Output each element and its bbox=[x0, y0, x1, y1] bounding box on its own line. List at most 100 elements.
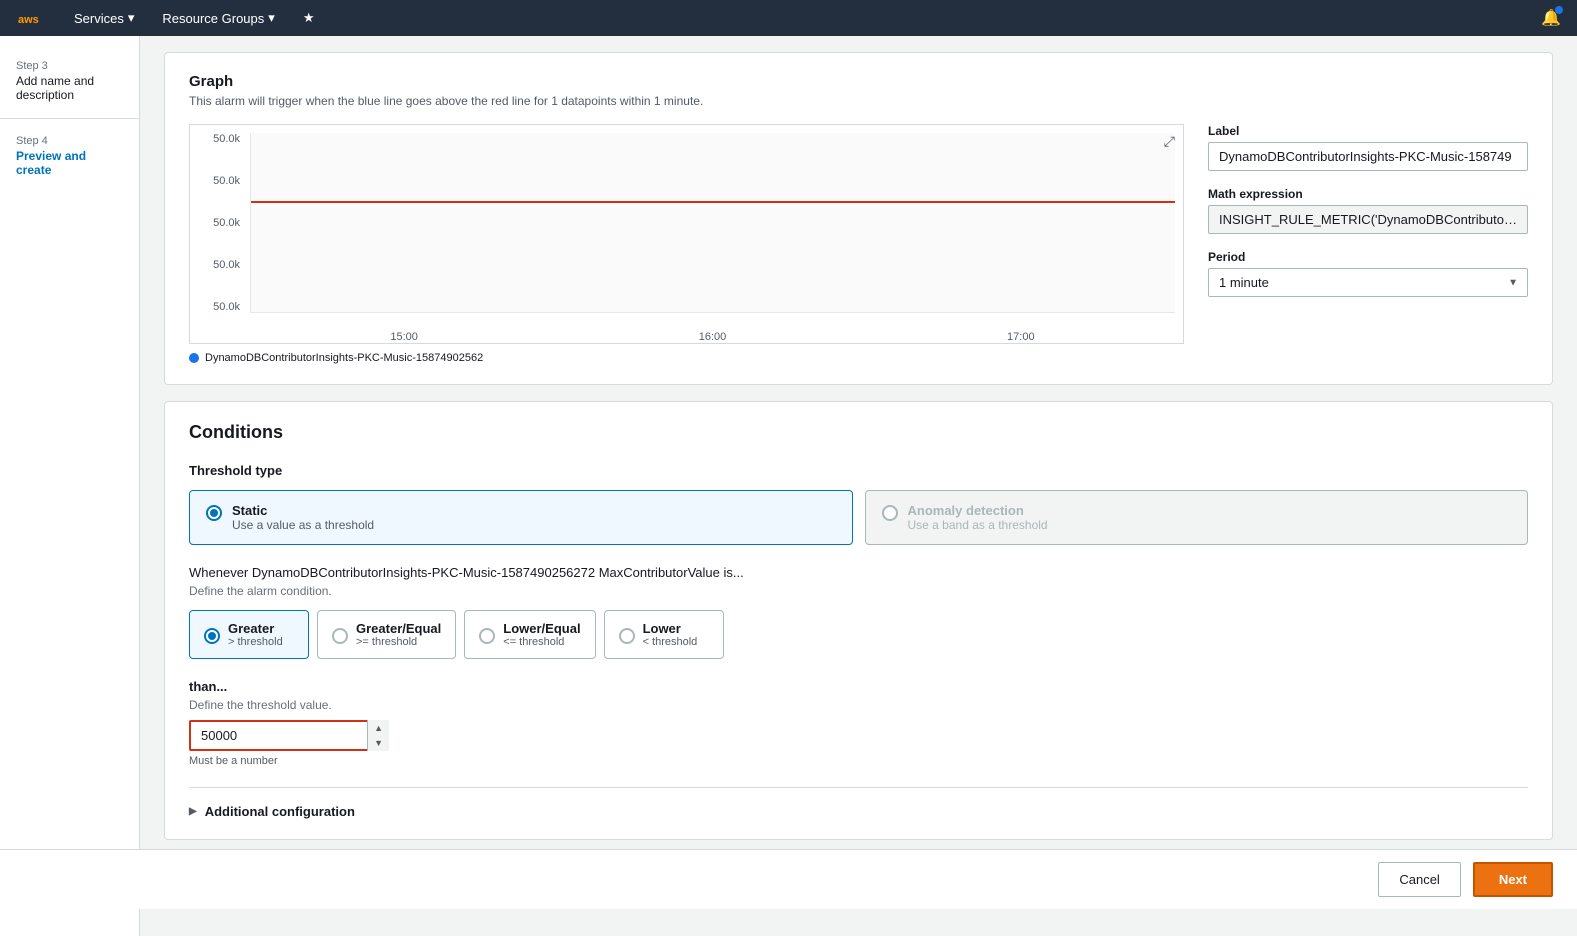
label-field-group: Label bbox=[1208, 124, 1528, 171]
greater-equal-title: Greater/Equal bbox=[356, 621, 441, 636]
resource-groups-chevron: ▾ bbox=[268, 10, 275, 26]
period-label: Period bbox=[1208, 250, 1528, 264]
legend-dot bbox=[189, 353, 199, 363]
graph-subtitle: This alarm will trigger when the blue li… bbox=[189, 94, 1528, 108]
y-label-2: 50.0k bbox=[213, 175, 240, 187]
threshold-options: Static Use a value as a threshold Anomal… bbox=[189, 490, 1528, 545]
graph-title: Graph bbox=[189, 73, 1528, 90]
lower-equal-radio bbox=[479, 628, 495, 644]
resource-groups-nav[interactable]: Resource Groups ▾ bbox=[156, 10, 280, 26]
than-label: than... bbox=[189, 679, 1528, 694]
graph-chart: 50.0k 50.0k 50.0k 50.0k 50.0k 15:00 16:0… bbox=[189, 124, 1184, 364]
sidebar-divider bbox=[0, 118, 139, 119]
period-select-wrapper: 1 minute 5 minutes 10 minutes 1 hour ▼ bbox=[1208, 268, 1528, 297]
greater-equal-subtitle: >= threshold bbox=[356, 636, 441, 648]
aws-logo: aws bbox=[16, 6, 52, 30]
x-label-2: 16:00 bbox=[699, 331, 727, 343]
svg-text:aws: aws bbox=[18, 14, 39, 26]
greater-card-content: Greater > threshold bbox=[228, 621, 283, 648]
anomaly-radio bbox=[882, 505, 898, 521]
additional-config-label: Additional configuration bbox=[205, 804, 355, 819]
static-title: Static bbox=[232, 503, 374, 518]
expand-icon[interactable]: ⤢ bbox=[1164, 133, 1175, 150]
static-radio bbox=[206, 505, 222, 521]
services-nav[interactable]: Services ▾ bbox=[68, 10, 140, 26]
step4-label: Step 4 bbox=[16, 135, 123, 147]
anomaly-title: Anomaly detection bbox=[908, 503, 1048, 518]
services-chevron: ▾ bbox=[128, 10, 135, 26]
step4-name: Preview and create bbox=[16, 149, 123, 177]
top-nav: aws Services ▾ Resource Groups ▾ ★ 🔔 bbox=[0, 0, 1577, 36]
chart-x-labels: 15:00 16:00 17:00 bbox=[250, 327, 1175, 343]
sidebar: Step 3 Add name and description Step 4 P… bbox=[0, 36, 140, 936]
sidebar-step4: Step 4 Preview and create bbox=[0, 127, 139, 185]
graph-card: Graph This alarm will trigger when the b… bbox=[164, 52, 1553, 385]
greater-equal-condition-card[interactable]: Greater/Equal >= threshold bbox=[317, 610, 456, 659]
lower-radio bbox=[619, 628, 635, 644]
step3-name: Add name and description bbox=[16, 74, 123, 102]
greater-equal-radio bbox=[332, 628, 348, 644]
bookmark-nav[interactable]: ★ bbox=[297, 10, 321, 26]
bell-icon-wrapper[interactable]: 🔔 bbox=[1541, 8, 1561, 28]
notification-dot bbox=[1555, 6, 1563, 14]
greater-subtitle: > threshold bbox=[228, 636, 283, 648]
math-expr-label: Math expression bbox=[1208, 187, 1528, 201]
stepper-buttons: ▲ ▼ bbox=[367, 720, 389, 751]
threshold-type-label: Threshold type bbox=[189, 463, 1528, 478]
x-label-1: 15:00 bbox=[390, 331, 418, 343]
services-label: Services bbox=[74, 11, 124, 26]
whenever-text: Whenever DynamoDBContributorInsights-PKC… bbox=[189, 565, 1528, 580]
label-field-label: Label bbox=[1208, 124, 1528, 138]
sidebar-step3: Step 3 Add name and description bbox=[0, 52, 139, 110]
static-subtitle: Use a value as a threshold bbox=[232, 518, 374, 532]
must-be-number: Must be a number bbox=[189, 755, 1528, 767]
condition-options: Greater > threshold Greater/Equal >= thr… bbox=[189, 610, 1528, 659]
resource-groups-label: Resource Groups bbox=[162, 11, 264, 26]
next-button[interactable]: Next bbox=[1473, 862, 1553, 897]
chart-threshold-line bbox=[251, 201, 1175, 203]
graph-area: 50.0k 50.0k 50.0k 50.0k 50.0k 15:00 16:0… bbox=[189, 124, 1528, 364]
anomaly-subtitle: Use a band as a threshold bbox=[908, 518, 1048, 532]
step3-label: Step 3 bbox=[16, 60, 123, 72]
legend-text: DynamoDBContributorInsights-PKC-Music-15… bbox=[205, 352, 483, 364]
lower-title: Lower bbox=[643, 621, 698, 636]
greater-radio bbox=[204, 628, 220, 644]
conditions-card: Conditions Threshold type Static Use a v… bbox=[164, 401, 1553, 840]
layout: Step 3 Add name and description Step 4 P… bbox=[0, 36, 1577, 936]
lower-equal-card-content: Lower/Equal <= threshold bbox=[503, 621, 580, 648]
greater-condition-card[interactable]: Greater > threshold bbox=[189, 610, 309, 659]
chart-container: 50.0k 50.0k 50.0k 50.0k 50.0k 15:00 16:0… bbox=[189, 124, 1184, 344]
bookmark-icon: ★ bbox=[303, 10, 315, 26]
period-select[interactable]: 1 minute 5 minutes 10 minutes 1 hour bbox=[1208, 268, 1528, 297]
lower-equal-title: Lower/Equal bbox=[503, 621, 580, 636]
alarm-condition-label: Define the alarm condition. bbox=[189, 584, 1528, 598]
period-field-group: Period 1 minute 5 minutes 10 minutes 1 h… bbox=[1208, 250, 1528, 297]
greater-title: Greater bbox=[228, 621, 283, 636]
math-expr-value: INSIGHT_RULE_METRIC('DynamoDBContributor… bbox=[1208, 205, 1528, 234]
chart-legend: DynamoDBContributorInsights-PKC-Music-15… bbox=[189, 352, 1184, 364]
y-label-4: 50.0k bbox=[213, 259, 240, 271]
x-label-3: 17:00 bbox=[1007, 331, 1035, 343]
static-threshold-card[interactable]: Static Use a value as a threshold bbox=[189, 490, 853, 545]
y-label-1: 50.0k bbox=[213, 133, 240, 145]
lower-condition-card[interactable]: Lower < threshold bbox=[604, 610, 724, 659]
anomaly-card-content: Anomaly detection Use a band as a thresh… bbox=[908, 503, 1048, 532]
threshold-hint: Define the threshold value. bbox=[189, 698, 1528, 712]
cancel-button[interactable]: Cancel bbox=[1378, 862, 1460, 897]
lower-equal-subtitle: <= threshold bbox=[503, 636, 580, 648]
stepper-up-button[interactable]: ▲ bbox=[368, 720, 389, 736]
threshold-value-input[interactable] bbox=[189, 720, 389, 751]
footer: Cancel Next bbox=[0, 849, 1577, 909]
anomaly-threshold-card[interactable]: Anomaly detection Use a band as a thresh… bbox=[865, 490, 1529, 545]
math-expr-field-group: Math expression INSIGHT_RULE_METRIC('Dyn… bbox=[1208, 187, 1528, 234]
graph-right-panel: Label Math expression INSIGHT_RULE_METRI… bbox=[1208, 124, 1528, 364]
y-label-3: 50.0k bbox=[213, 217, 240, 229]
lower-card-content: Lower < threshold bbox=[643, 621, 698, 648]
y-label-5: 50.0k bbox=[213, 301, 240, 313]
additional-config-header[interactable]: ▶ Additional configuration bbox=[189, 804, 1528, 819]
main-content: Graph This alarm will trigger when the b… bbox=[140, 36, 1577, 936]
additional-config: ▶ Additional configuration bbox=[189, 787, 1528, 819]
label-input[interactable] bbox=[1208, 142, 1528, 171]
stepper-down-button[interactable]: ▼ bbox=[368, 736, 389, 752]
lower-equal-condition-card[interactable]: Lower/Equal <= threshold bbox=[464, 610, 595, 659]
